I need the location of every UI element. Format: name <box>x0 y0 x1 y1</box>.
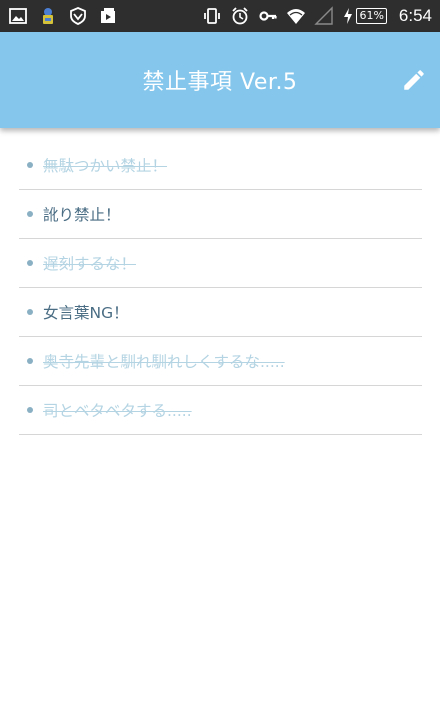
app-bar: 禁止事項 Ver.5 <box>0 32 440 128</box>
shield-icon <box>68 6 88 26</box>
rule-text: 訛り禁止！ <box>43 206 121 224</box>
bullet-icon <box>27 211 33 217</box>
bullet-icon <box>27 358 33 364</box>
list-item[interactable]: 司とベタベタする..... <box>19 386 422 435</box>
status-bar: 61% 6:54 <box>0 0 440 32</box>
bullet-icon <box>27 407 33 413</box>
list-item[interactable]: 奥寺先輩と馴れ馴れしくするな..... <box>19 337 422 386</box>
edit-button[interactable] <box>400 68 428 96</box>
bullet-icon <box>27 260 33 266</box>
rules-list: 無駄つかい禁止！ 訛り禁止！ 遅刻するな！ 女言葉NG！ 奥寺先輩と馴れ馴れしくするな.… <box>19 141 422 435</box>
battery-level: 61% <box>356 8 387 24</box>
list-item[interactable]: 遅刻するな！ <box>19 239 422 288</box>
status-clock: 6:54 <box>398 6 432 25</box>
bullet-icon <box>27 309 33 315</box>
charging-icon <box>342 6 354 26</box>
rule-text: 遅刻するな！ <box>43 255 137 273</box>
lock-notification-icon <box>38 6 58 26</box>
list-item[interactable]: 無駄つかい禁止！ <box>19 141 422 190</box>
video-icon <box>98 6 118 26</box>
battery-indicator: 61% <box>342 6 387 26</box>
rule-text: 奥寺先輩と馴れ馴れしくするな..... <box>43 353 285 371</box>
vibrate-icon <box>202 6 222 26</box>
rule-text: 無駄つかい禁止！ <box>43 157 168 175</box>
alarm-icon <box>230 6 250 26</box>
page-title: 禁止事項 Ver.5 <box>142 70 298 95</box>
list-item[interactable]: 訛り禁止！ <box>19 190 422 239</box>
bullet-icon <box>27 162 33 168</box>
pencil-icon <box>401 67 427 97</box>
rule-text: 女言葉NG！ <box>43 304 129 322</box>
rule-text: 司とベタベタする..... <box>43 402 192 420</box>
list-item[interactable]: 女言葉NG！ <box>19 288 422 337</box>
gallery-icon <box>8 6 28 26</box>
signal-icon <box>314 6 334 26</box>
wifi-icon <box>286 6 306 26</box>
key-icon <box>258 6 278 26</box>
